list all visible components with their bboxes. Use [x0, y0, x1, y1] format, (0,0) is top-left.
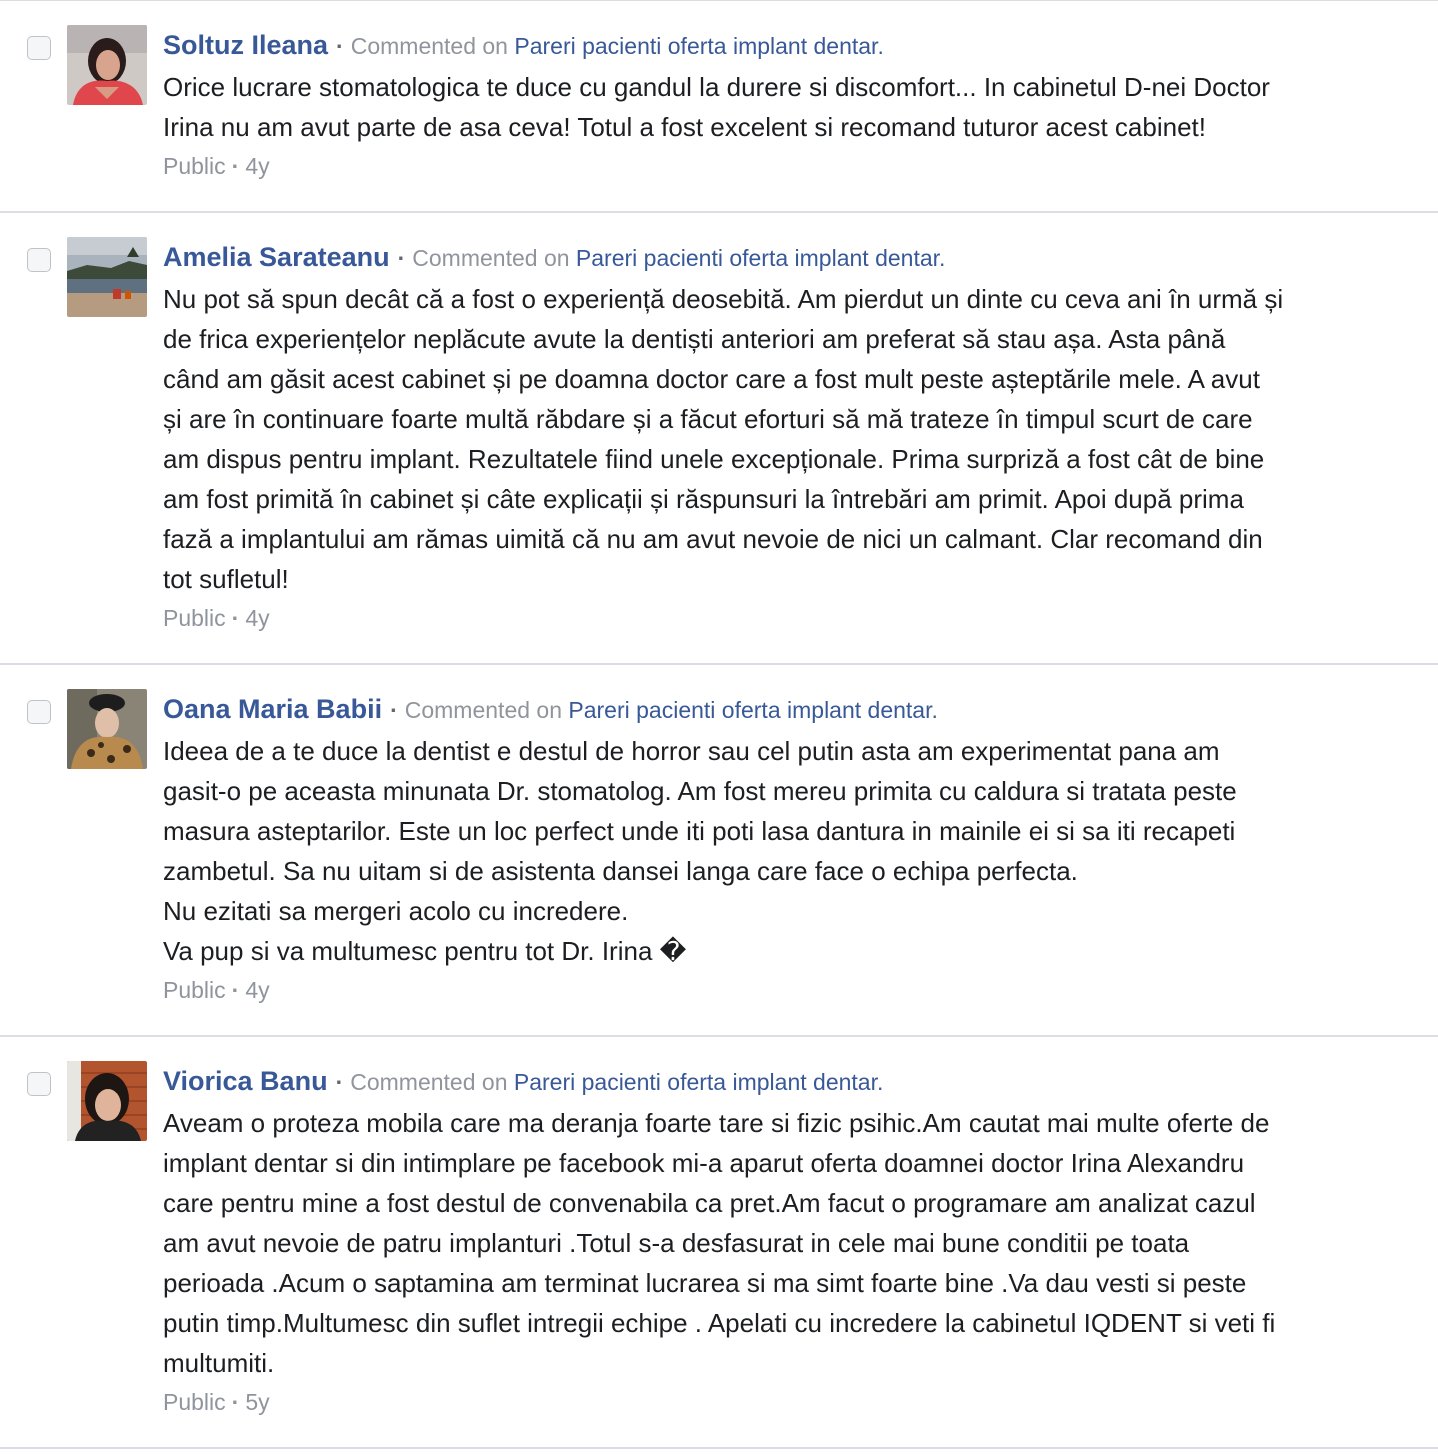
timestamp[interactable]: 5y: [245, 1389, 269, 1415]
post-link[interactable]: Pareri pacienti oferta implant dentar.: [514, 33, 883, 59]
post-link[interactable]: Pareri pacienti oferta implant dentar.: [568, 697, 937, 723]
separator-dot: ·: [336, 33, 344, 59]
avatar[interactable]: [67, 237, 147, 317]
separator-dot: ·: [390, 697, 398, 723]
separator-dot: ·: [231, 605, 240, 631]
timestamp[interactable]: 4y: [245, 153, 269, 179]
author-name[interactable]: Viorica Banu: [163, 1066, 328, 1096]
privacy-label: Public: [163, 153, 226, 179]
select-checkbox[interactable]: [27, 1072, 51, 1096]
post-link[interactable]: Pareri pacienti oferta implant dentar.: [576, 245, 945, 271]
comment-header: Oana Maria Babii · Commented on Pareri pac…: [163, 693, 1422, 726]
comment-item: Oana Maria Babii · Commented on Pareri pac…: [0, 665, 1438, 1037]
comment-text: Ideea de a te duce la dentist e destul d…: [163, 736, 1237, 966]
separator-dot: ·: [231, 1389, 240, 1415]
timestamp[interactable]: 4y: [245, 977, 269, 1003]
author-name[interactable]: Oana Maria Babii: [163, 694, 382, 724]
avatar[interactable]: [67, 1061, 147, 1141]
select-checkbox[interactable]: [27, 248, 51, 272]
separator-dot: ·: [231, 153, 240, 179]
comment-item: Viorica Banu · Commented on Pareri pacient…: [0, 1037, 1438, 1449]
comment-footer: Public · 4y: [163, 975, 1422, 1005]
avatar[interactable]: [67, 689, 147, 769]
author-name[interactable]: Soltuz Ileana: [163, 30, 328, 60]
action-text: Commented on: [350, 33, 508, 59]
comment-item: Amelia Sarateanu · Commented on Pareri pac…: [0, 213, 1438, 665]
timestamp[interactable]: 4y: [245, 605, 269, 631]
comment-footer: Public · 5y: [163, 1387, 1422, 1417]
action-text: Commented on: [404, 697, 562, 723]
post-link[interactable]: Pareri pacienti oferta implant dentar.: [514, 1069, 883, 1095]
privacy-label: Public: [163, 977, 226, 1003]
action-text: Commented on: [350, 1069, 508, 1095]
comment-text: Orice lucrare stomatologica te duce cu g…: [163, 72, 1270, 142]
select-checkbox[interactable]: [27, 700, 51, 724]
separator-dot: ·: [397, 245, 406, 271]
comment-footer: Public · 4y: [163, 151, 1422, 181]
separator-dot: ·: [231, 977, 240, 1003]
author-name[interactable]: Amelia Sarateanu: [163, 242, 390, 272]
privacy-label: Public: [163, 1389, 226, 1415]
separator-dot: ·: [335, 1069, 344, 1095]
comment-text: Nu pot să spun decât că a fost o experie…: [163, 284, 1284, 594]
comment-text: Aveam o proteza mobila care ma deranja f…: [163, 1108, 1276, 1378]
comment-header: Amelia Sarateanu · Commented on Pareri pac…: [163, 241, 1422, 274]
select-checkbox[interactable]: [27, 36, 51, 60]
privacy-label: Public: [163, 605, 226, 631]
action-text: Commented on: [412, 245, 570, 271]
avatar[interactable]: [67, 25, 147, 105]
comment-footer: Public · 4y: [163, 603, 1422, 633]
comment-item: Soltuz Ileana · Commented on Pareri pacien…: [0, 1, 1438, 213]
comment-header: Soltuz Ileana · Commented on Pareri pacien…: [163, 29, 1422, 62]
comment-header: Viorica Banu · Commented on Pareri pacient…: [163, 1065, 1422, 1098]
